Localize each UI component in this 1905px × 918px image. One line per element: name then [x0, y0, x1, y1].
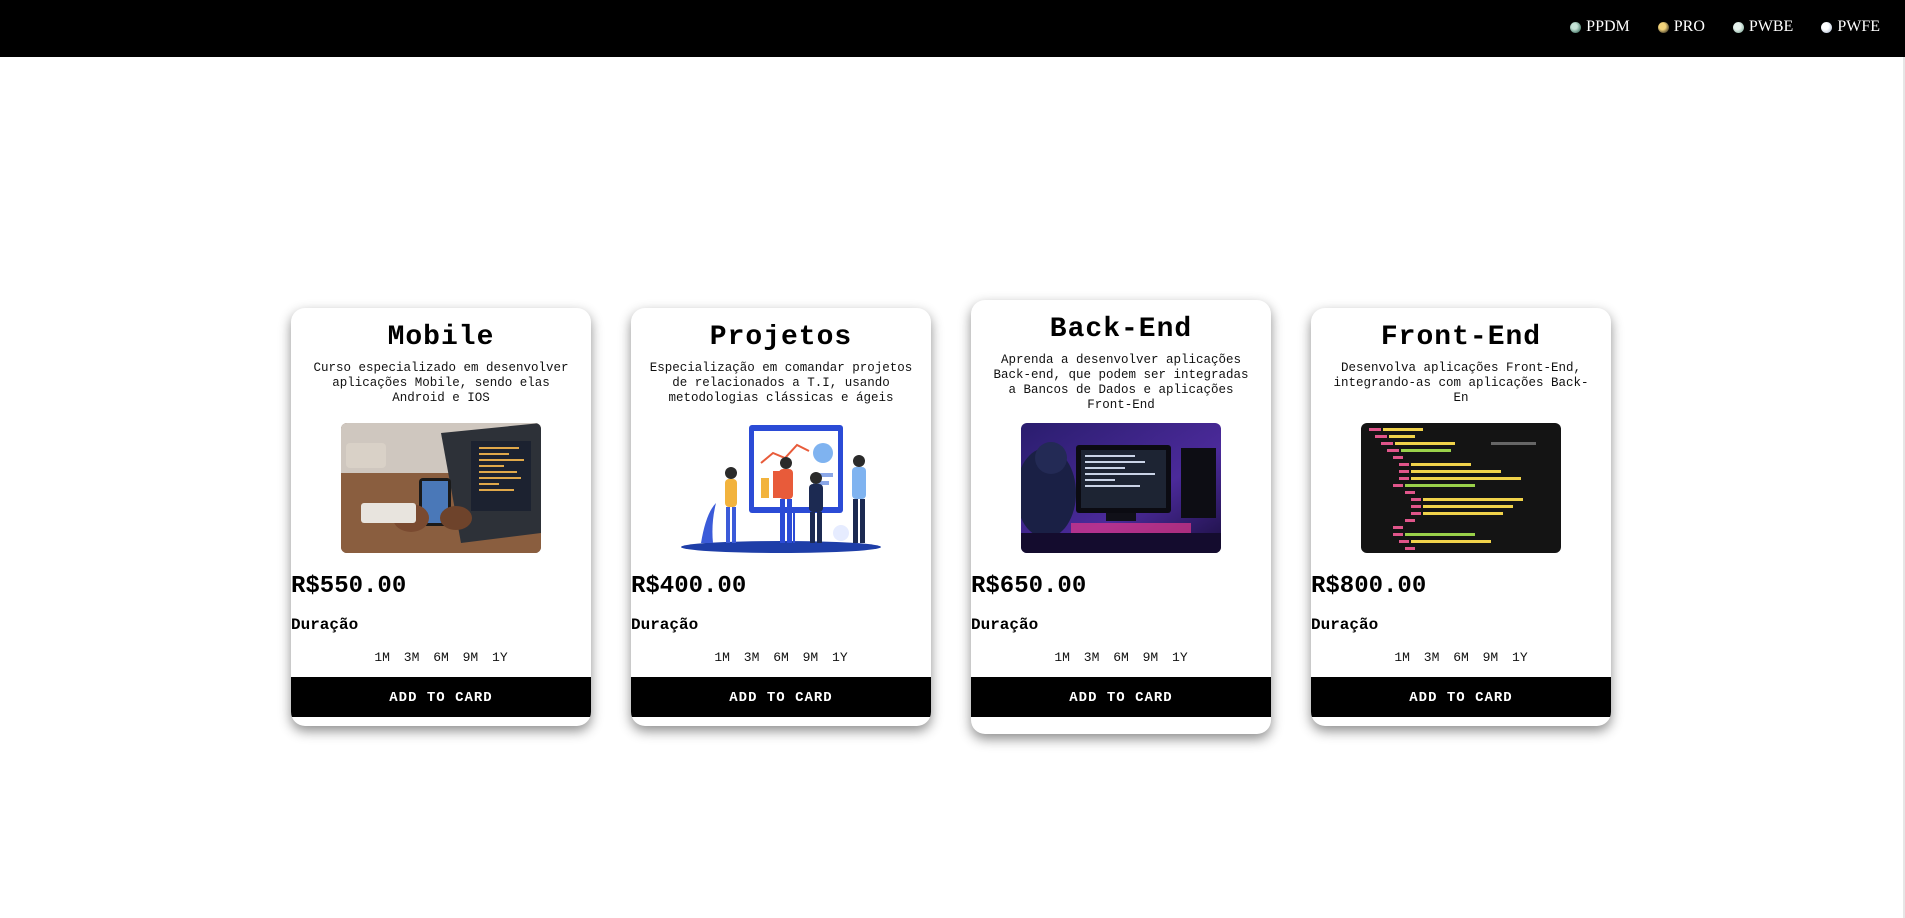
duration-options: 1M 3M 6M 9M 1Y [631, 650, 931, 665]
duration-label: Duração [1311, 616, 1379, 634]
card-price: R$550.00 [291, 573, 407, 600]
card-title: Back-End [1049, 314, 1193, 345]
duration-option-1m[interactable]: 1M [1394, 650, 1410, 665]
duration-option-9m[interactable]: 9M [1143, 650, 1159, 665]
duration-option-1y[interactable]: 1Y [492, 650, 508, 665]
pro-icon [1657, 21, 1669, 33]
nav-menu: PPDM PRO PWBE PWFE [1542, 18, 1880, 36]
duration-label: Duração [631, 616, 699, 634]
add-to-card-button[interactable]: ADD TO CARD [1311, 677, 1611, 717]
duration-option-1y[interactable]: 1Y [1512, 650, 1528, 665]
course-card-mobile: Mobile Curso especializado em desenvolve… [291, 308, 591, 726]
ppdm-icon [1570, 21, 1582, 33]
duration-option-6m[interactable]: 6M [433, 650, 449, 665]
add-to-card-button[interactable]: ADD TO CARD [631, 677, 931, 717]
card-price: R$800.00 [1311, 573, 1427, 600]
card-price: R$650.00 [971, 573, 1087, 600]
duration-option-3m[interactable]: 3M [404, 650, 420, 665]
duration-options: 1M 3M 6M 9M 1Y [291, 650, 591, 665]
nav-item-label: PWFE [1837, 18, 1880, 35]
nav-item-ppdm[interactable]: PPDM [1570, 18, 1630, 36]
duration-option-1m[interactable]: 1M [714, 650, 730, 665]
duration-option-6m[interactable]: 6M [1453, 650, 1469, 665]
project-team-illustration [681, 423, 881, 553]
card-price: R$400.00 [631, 573, 747, 600]
duration-option-6m[interactable]: 6M [1113, 650, 1129, 665]
duration-option-9m[interactable]: 9M [803, 650, 819, 665]
card-description: Curso especializado em desenvolver aplic… [313, 361, 569, 405]
card-title: Projetos [709, 322, 853, 353]
nav-item-pwbe[interactable]: PWBE [1732, 18, 1794, 36]
nav-item-label: PPDM [1586, 18, 1630, 35]
course-card-front-end: Front-End Desenvolva aplicações Front-En… [1311, 308, 1611, 726]
duration-options: 1M 3M 6M 9M 1Y [1311, 650, 1611, 665]
duration-option-9m[interactable]: 9M [1483, 650, 1499, 665]
nav-item-pwfe[interactable]: PWFE [1821, 18, 1880, 36]
duration-option-1m[interactable]: 1M [374, 650, 390, 665]
card-description: Aprenda a desenvolver aplicações Back-en… [993, 353, 1249, 412]
mobile-development-photo [341, 423, 541, 553]
duration-options: 1M 3M 6M 9M 1Y [971, 650, 1271, 665]
card-description: Desenvolva aplicações Front-End, integra… [1333, 361, 1589, 405]
pwbe-icon [1732, 21, 1744, 33]
course-card-projetos: Projetos Especialização em comandar proj… [631, 308, 931, 726]
duration-option-3m[interactable]: 3M [744, 650, 760, 665]
course-card-back-end: Back-End Aprenda a desenvolver aplicaçõe… [971, 300, 1271, 734]
add-to-card-button[interactable]: ADD TO CARD [971, 677, 1271, 717]
card-title: Front-End [1380, 322, 1542, 353]
nav-item-label: PWBE [1748, 18, 1794, 35]
duration-option-1y[interactable]: 1Y [1172, 650, 1188, 665]
duration-label: Duração [291, 616, 359, 634]
duration-option-1m[interactable]: 1M [1054, 650, 1070, 665]
duration-option-3m[interactable]: 3M [1084, 650, 1100, 665]
card-description: Especialização em comandar projetos de r… [649, 361, 913, 405]
pwfe-icon [1821, 21, 1833, 33]
nav-item-pro[interactable]: PRO [1657, 18, 1705, 36]
duration-option-3m[interactable]: 3M [1424, 650, 1440, 665]
backend-developer-photo [1021, 423, 1221, 553]
duration-option-1y[interactable]: 1Y [832, 650, 848, 665]
top-navbar: PPDM PRO PWBE PWFE [0, 0, 1905, 57]
duration-option-9m[interactable]: 9M [463, 650, 479, 665]
nav-item-label: PRO [1673, 18, 1705, 35]
duration-label: Duração [971, 616, 1039, 634]
html-code-screenshot [1361, 423, 1561, 553]
card-title: Mobile [387, 322, 495, 353]
duration-option-6m[interactable]: 6M [773, 650, 789, 665]
add-to-card-button[interactable]: ADD TO CARD [291, 677, 591, 717]
